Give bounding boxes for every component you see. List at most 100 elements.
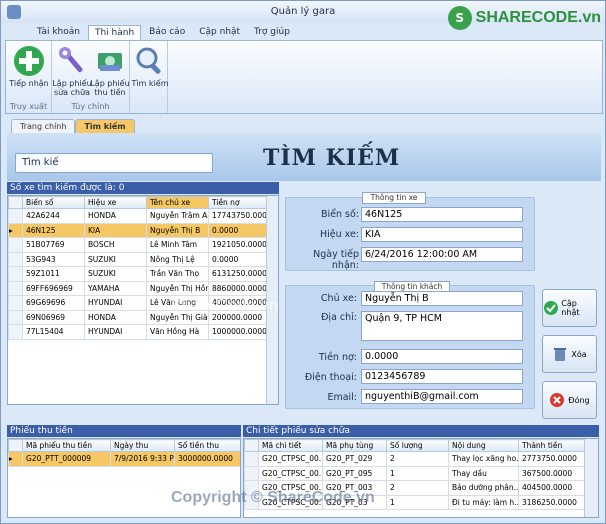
col-so-luong[interactable]: Số lượng: [386, 439, 449, 452]
watermark-center: ShareCode.vn: [171, 297, 279, 314]
wrench-icon: [56, 45, 88, 77]
tab-tim-kiem[interactable]: Tìm kiếm: [75, 119, 135, 133]
row-selector[interactable]: [244, 465, 259, 481]
table-cell: 17743750.0000: [208, 208, 267, 224]
window-title: Quản lý gara: [270, 6, 336, 17]
table-cell: 1: [386, 465, 449, 481]
table-cell: 7/9/2016 9:33 PM: [110, 451, 175, 467]
row-selector[interactable]: [8, 251, 23, 267]
table-cell: 53G943: [22, 251, 85, 267]
table-cell: HYUNDAI: [84, 295, 147, 311]
field-bien-so[interactable]: 46N125: [361, 207, 523, 222]
table-cell: Nguyễn Thị B: [146, 222, 209, 238]
field-dien-thoai[interactable]: 0123456789: [361, 369, 523, 384]
table-row[interactable]: 51B07769 BOSCH Lê Minh Tâm 1921050.0000: [8, 237, 267, 253]
tab-trang-chinh[interactable]: Trang chính: [11, 119, 76, 133]
table-cell: 46N125: [22, 222, 85, 238]
field-chu-xe[interactable]: Nguyễn Thị B: [361, 291, 523, 306]
col-ma-chi-tiet[interactable]: Mã chi tiết: [258, 439, 323, 452]
watermark-bottom: Copyright © ShareCode.vn: [171, 489, 375, 506]
delete-button[interactable]: Xóa: [542, 335, 597, 373]
field-ngay-tiep-nhan[interactable]: 6/24/2016 12:00:00 AM: [361, 247, 523, 262]
tab-cap-nhat[interactable]: Cập nhật: [193, 25, 246, 40]
table-cell: Nguyễn Trâm Anh: [146, 208, 209, 224]
receipts-title: Phiếu thu tiền: [7, 425, 241, 437]
repair-scrollbar[interactable]: [584, 439, 598, 517]
search-input[interactable]: [59, 156, 209, 170]
row-selector[interactable]: [8, 324, 23, 340]
table-row[interactable]: ▸ 46N125 KIA Nguyễn Thị B 0.0000: [8, 222, 267, 238]
sharecode-logo: S SHARECODE.vn: [447, 3, 601, 33]
table-row[interactable]: ▸ G20_PTT_000009 7/9/2016 9:33 PM 300000…: [8, 451, 240, 467]
table-cell: 2: [386, 480, 449, 496]
table-row[interactable]: G20_CTPSC_00... G20_PT_029 2 Thay lọc xăng …: [244, 451, 585, 467]
field-hieu-xe[interactable]: KIA: [361, 227, 523, 242]
table-cell: Đi tu máy: làm h...: [448, 494, 519, 510]
col-bien-so[interactable]: Biển số: [22, 196, 85, 209]
lap-phieu-thu-tien-button[interactable]: Lập phiếu thu tiền: [90, 45, 130, 97]
col-noi-dung[interactable]: Nội dung: [448, 439, 519, 452]
row-selector[interactable]: [244, 451, 259, 467]
field-email[interactable]: nguyenthiB@gmail.com: [361, 389, 523, 404]
close-button[interactable]: Đóng: [542, 381, 597, 419]
table-cell: Nông Thị Lệ: [146, 251, 209, 267]
table-cell: G20_PT_029: [322, 451, 387, 467]
table-cell: HYUNDAI: [84, 324, 147, 340]
table-row[interactable]: 77L15404 HYUNDAI Văn Hồng Hà 1000000.0000: [8, 324, 267, 340]
table-row[interactable]: 59Z1011 SUZUKI Trần Văn Thọ 6131250.0000: [8, 266, 267, 282]
col-so-tien-thu[interactable]: Số tiền thu: [174, 439, 240, 452]
result-count: Số xe tìm kiếm được là: 0: [7, 182, 279, 194]
row-selector[interactable]: [8, 295, 23, 311]
col-hieu-xe[interactable]: Hiệu xe: [84, 196, 147, 209]
lap-phieu-sua-chua-button[interactable]: Lập phiếu sửa chữa: [52, 45, 92, 97]
row-selector[interactable]: [8, 266, 23, 282]
table-cell: 8860000.0000: [208, 280, 267, 296]
table-cell: 3000000.0000: [174, 451, 240, 467]
label-bien-so: Biển số:: [320, 209, 359, 220]
money-icon: [94, 45, 126, 77]
row-header: [8, 439, 23, 452]
row-selector[interactable]: [8, 237, 23, 253]
row-selector[interactable]: [8, 280, 23, 296]
table-cell: G20_PT_095: [322, 465, 387, 481]
table-cell: 2773750.0000: [518, 451, 585, 467]
tab-bao-cao[interactable]: Báo cáo: [143, 25, 191, 40]
update-button[interactable]: Cập nhật: [542, 289, 597, 327]
table-cell: 0.0000: [208, 222, 267, 238]
tiep-nhan-button[interactable]: Tiếp nhận: [9, 45, 49, 88]
row-selector[interactable]: ▸: [8, 451, 23, 467]
logo-mark-icon: S: [447, 6, 472, 30]
document-tabs: Trang chính Tìm kiếm: [11, 119, 135, 133]
table-row[interactable]: 69FF696969 YAMAHA Nguyễn Thị Hồng 8860000.0…: [8, 280, 267, 296]
table-cell: Thay dầu: [448, 465, 519, 481]
col-tien-no[interactable]: Tiền nợ: [208, 196, 267, 209]
vehicle-info-legend: Thông tin xe: [362, 192, 426, 204]
tab-tro-giup[interactable]: Trợ giúp: [248, 25, 296, 40]
col-ten-chu-xe[interactable]: Tên chủ xe: [146, 196, 209, 209]
tim-kiem-button[interactable]: Tìm kiếm: [130, 45, 170, 88]
col-ma-phieu-thu[interactable]: Mã phiếu thu tiền: [22, 439, 111, 452]
tab-tai-khoan[interactable]: Tài khoản: [31, 25, 86, 40]
group-tuy-chinh: Lập phiếu sửa chữa Lập phiếu thu tiền Tù…: [52, 41, 130, 113]
table-cell: SUZUKI: [84, 266, 147, 282]
col-ma-phu-tung[interactable]: Mã phụ tùng: [322, 439, 387, 452]
row-selector[interactable]: ▸: [8, 222, 23, 238]
table-cell: 77L15404: [22, 324, 85, 340]
row-selector[interactable]: [8, 309, 23, 325]
group-tim-kiem: Tìm kiếm: [130, 41, 170, 113]
col-ngay-thu[interactable]: Ngày thu: [110, 439, 175, 452]
table-cell: 1921050.0000: [208, 237, 267, 253]
label-tien-no: Tiền nợ:: [318, 352, 357, 363]
table-cell: G20_CTPSC_00...: [258, 465, 323, 481]
table-row[interactable]: G20_CTPSC_00... G20_PT_095 1 Thay dầu 367500…: [244, 465, 585, 481]
app-menu-icon[interactable]: [7, 5, 21, 19]
row-selector[interactable]: [8, 208, 23, 224]
field-dia-chi[interactable]: Quận 9, TP HCM: [361, 311, 523, 341]
table-row[interactable]: 53G943 SUZUKI Nông Thị Lệ 0.0000: [8, 251, 267, 267]
table-row[interactable]: 42A6244HONDANguyễn Trâm Anh17743750.0000: [8, 208, 267, 224]
tab-thi-hanh[interactable]: Thi hành: [87, 25, 142, 40]
col-thanh-tien[interactable]: Thành tiền: [518, 439, 585, 452]
field-tien-no[interactable]: 0.0000: [361, 349, 523, 364]
table-cell: 2: [386, 451, 449, 467]
table-cell: 3186250.0000: [518, 494, 585, 510]
